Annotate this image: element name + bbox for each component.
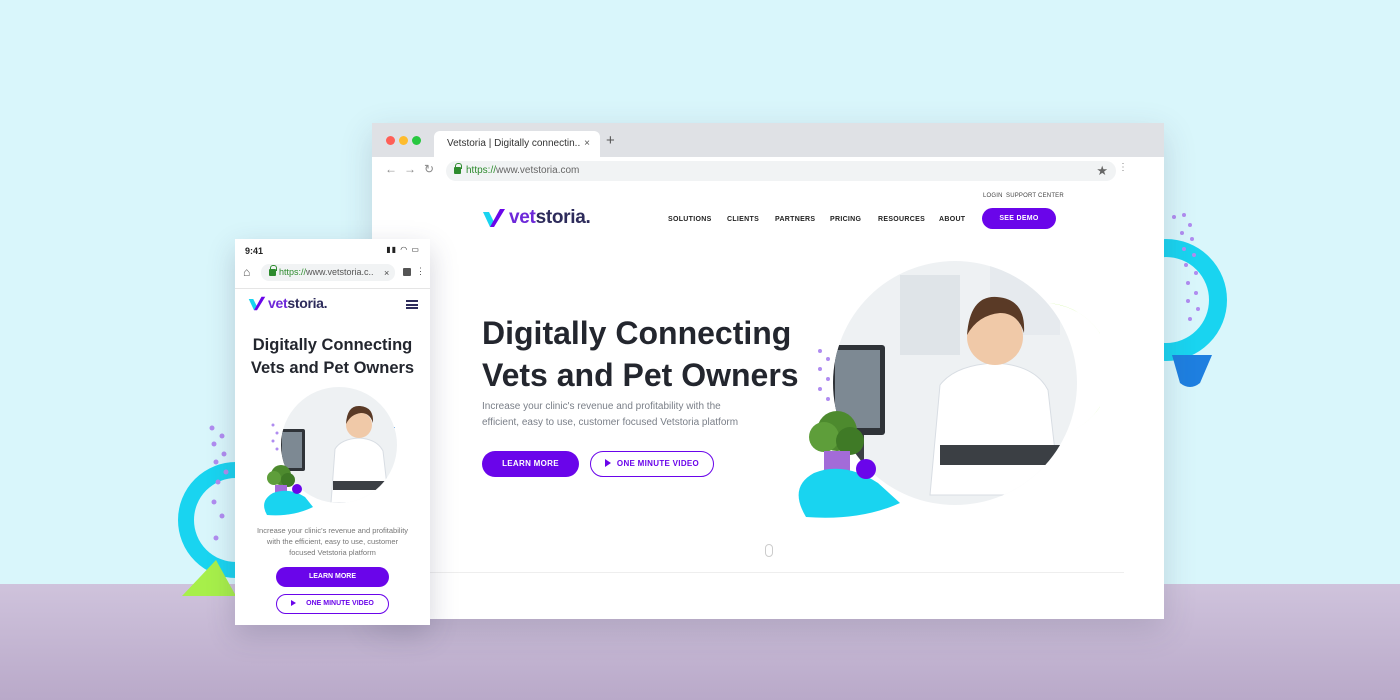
lock-icon	[454, 163, 462, 174]
nav-pricing[interactable]: PRICING	[830, 216, 861, 223]
nav-solutions[interactable]: SOLUTIONS	[668, 216, 712, 223]
forward-arrow-icon[interactable]: →	[404, 162, 416, 176]
back-arrow-icon[interactable]: ←	[385, 162, 397, 176]
home-icon[interactable]: ⌂	[243, 265, 250, 279]
nav-about[interactable]: ABOUT	[939, 216, 965, 223]
decorative-shapes-left	[178, 425, 238, 596]
tab-close-icon[interactable]: ×	[584, 131, 590, 157]
tabs-icon[interactable]	[403, 268, 411, 276]
status-icons: ▮▮ ◠ ▭	[386, 245, 420, 254]
mobile-url-host: www.vetstoria.c..	[306, 267, 374, 277]
tab-title: Vetstoria | Digitally connectin..	[447, 138, 581, 149]
window-minimize-dot[interactable]	[399, 136, 408, 145]
logo-mark-icon	[483, 209, 505, 227]
lock-icon	[269, 265, 277, 276]
site-logo[interactable]: vetstoria.	[482, 207, 591, 229]
mobile-hero-subtitle: Increase your clinic's revenue and profi…	[256, 526, 409, 557]
logo-wordmark: vetstoria.	[509, 207, 591, 228]
hero-subtitle: Increase your clinic's revenue and profi…	[482, 401, 739, 428]
mobile-learn-more-button[interactable]: LEARN MORE	[276, 567, 389, 587]
website-viewport: LOGIN SUPPORT CENTER vetstoria. SOLUTION…	[372, 183, 1164, 619]
hero-title: Digitally Connecting Vets and Pet Owners	[482, 315, 799, 393]
new-tab-icon[interactable]: +	[606, 133, 615, 148]
hero-illustration	[798, 261, 1100, 518]
scroll-down-icon[interactable]	[765, 544, 773, 557]
window-close-dot[interactable]	[386, 136, 395, 145]
mobile-url-scheme: https://	[279, 267, 307, 277]
nav-resources[interactable]: RESOURCES	[878, 216, 925, 223]
bookmark-star-icon[interactable]: ★	[1096, 161, 1108, 181]
mobile-one-minute-video-button[interactable]: ONE MINUTE VIDEO	[276, 594, 389, 614]
logo-mark-icon	[248, 296, 266, 310]
logo-wordmark: vetstoria.	[268, 295, 328, 311]
play-icon	[291, 600, 297, 606]
browser-menu-icon[interactable]: ⋮	[1118, 162, 1128, 173]
login-link[interactable]: LOGIN	[983, 193, 1003, 199]
mobile-toolbar-divider	[235, 288, 430, 289]
support-center-link[interactable]: SUPPORT CENTER	[1006, 193, 1064, 199]
more-menu-icon[interactable]: ⋮	[416, 266, 425, 277]
reload-icon[interactable]: ↻	[424, 162, 434, 176]
mobile-site-logo[interactable]: vetstoria.	[248, 295, 328, 311]
play-icon	[604, 459, 611, 467]
address-bar[interactable]: https://www.vetstoria.com ★	[446, 161, 1116, 181]
url-host: www.vetstoria.com	[496, 165, 580, 176]
section-divider	[412, 572, 1124, 573]
learn-more-button[interactable]: LEARN MORE	[482, 451, 579, 477]
one-minute-video-button[interactable]: ONE MINUTE VIDEO	[590, 451, 714, 477]
mobile-hero-illustration	[264, 387, 411, 516]
mobile-address-bar[interactable]: https://www.vetstoria.c..	[261, 264, 395, 281]
status-time: 9:41	[245, 246, 264, 256]
close-icon[interactable]: ×	[384, 268, 389, 278]
window-maximize-dot[interactable]	[412, 136, 421, 145]
nav-partners[interactable]: PARTNERS	[775, 216, 815, 223]
see-demo-button[interactable]: SEE DEMO	[982, 208, 1056, 229]
browser-toolbar: ← → ↻ https://www.vetstoria.com ★ ⋮	[372, 157, 1164, 183]
desktop-browser-window: Vetstoria | Digitally connectin.. × + ← …	[372, 123, 1164, 619]
mobile-phone-view: 9:41 ▮▮ ◠ ▭ ⌂ https://www.vetstoria.c.. …	[235, 239, 430, 625]
nav-clients[interactable]: CLIENTS	[727, 216, 759, 223]
browser-tab[interactable]: Vetstoria | Digitally connectin.. ×	[434, 131, 600, 157]
hamburger-menu-icon[interactable]	[406, 300, 418, 309]
url-scheme: https://	[466, 165, 497, 176]
browser-tab-bar: Vetstoria | Digitally connectin.. × +	[372, 123, 1164, 157]
mobile-hero-title: Digitally Connecting Vets and Pet Owners	[250, 336, 415, 377]
